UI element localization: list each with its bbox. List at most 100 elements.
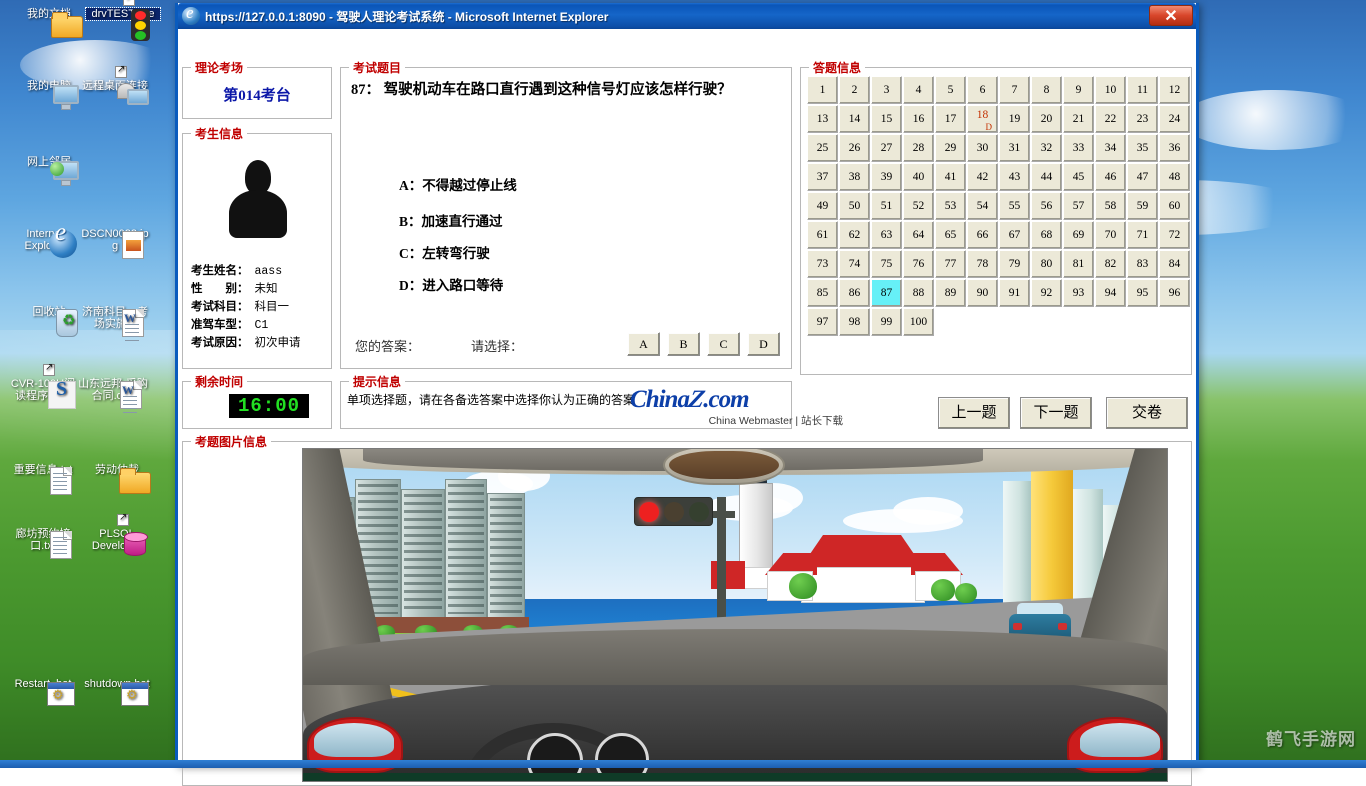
- answer-grid-cell-64[interactable]: 64: [903, 221, 934, 249]
- answer-grid-cell-81[interactable]: 81: [1063, 250, 1094, 278]
- desktop-icon-9[interactable]: Internet Explorer: [8, 228, 82, 252]
- answer-grid[interactable]: 123456789101112131415161718D192021222324…: [807, 76, 1191, 337]
- answer-grid-cell-7[interactable]: 7: [999, 76, 1030, 104]
- answer-grid-cell-39[interactable]: 39: [871, 163, 902, 191]
- answer-grid-cell-4[interactable]: 4: [903, 76, 934, 104]
- desktop-icon-2[interactable]: drvTEST.exe: [86, 8, 160, 20]
- answer-grid-cell-6[interactable]: 6: [967, 76, 998, 104]
- choice-button-b[interactable]: B: [667, 332, 700, 356]
- answer-grid-cell-63[interactable]: 63: [871, 221, 902, 249]
- answer-grid-cell-69[interactable]: 69: [1063, 221, 1094, 249]
- answer-grid-cell-97[interactable]: 97: [807, 308, 838, 336]
- answer-grid-cell-18[interactable]: 18D: [967, 105, 998, 133]
- answer-grid-cell-45[interactable]: 45: [1063, 163, 1094, 191]
- answer-grid-cell-68[interactable]: 68: [1031, 221, 1062, 249]
- answer-grid-cell-22[interactable]: 22: [1095, 105, 1126, 133]
- option-d[interactable]: D：进入路口等待: [399, 274, 503, 294]
- answer-grid-cell-70[interactable]: 70: [1095, 221, 1126, 249]
- close-button[interactable]: ✕: [1149, 5, 1193, 26]
- answer-grid-cell-33[interactable]: 33: [1063, 134, 1094, 162]
- desktop-icon-16[interactable]: 劳动仲裁: [80, 464, 154, 476]
- answer-grid-cell-35[interactable]: 35: [1127, 134, 1158, 162]
- answer-grid-cell-44[interactable]: 44: [1031, 163, 1062, 191]
- desktop-icon-11[interactable]: ♻回收站: [12, 306, 86, 318]
- answer-grid-cell-96[interactable]: 96: [1159, 279, 1190, 307]
- answer-grid-cell-2[interactable]: 2: [839, 76, 870, 104]
- answer-grid-cell-11[interactable]: 11: [1127, 76, 1158, 104]
- answer-grid-cell-1[interactable]: 1: [807, 76, 838, 104]
- answer-grid-cell-32[interactable]: 32: [1031, 134, 1062, 162]
- answer-grid-cell-91[interactable]: 91: [999, 279, 1030, 307]
- answer-grid-cell-87[interactable]: 87: [871, 279, 902, 307]
- answer-grid-cell-61[interactable]: 61: [807, 221, 838, 249]
- answer-grid-cell-62[interactable]: 62: [839, 221, 870, 249]
- answer-grid-cell-65[interactable]: 65: [935, 221, 966, 249]
- answer-grid-cell-67[interactable]: 67: [999, 221, 1030, 249]
- window-titlebar[interactable]: https://127.0.0.1:8090 - 驾驶人理论考试系统 - Mic…: [178, 3, 1196, 29]
- desktop-icon-14[interactable]: W山东远邦-采购合同.doc: [76, 378, 150, 402]
- answer-grid-cell-19[interactable]: 19: [999, 105, 1030, 133]
- answer-grid-cell-8[interactable]: 8: [1031, 76, 1062, 104]
- answer-grid-cell-20[interactable]: 20: [1031, 105, 1062, 133]
- next-question-button[interactable]: 下一题: [1020, 397, 1092, 429]
- desktop-icon-15[interactable]: 重要信息.txt: [6, 464, 80, 476]
- answer-grid-cell-90[interactable]: 90: [967, 279, 998, 307]
- answer-grid-cell-16[interactable]: 16: [903, 105, 934, 133]
- desktop-icon-19[interactable]: ⚙Restart .bat: [6, 678, 80, 690]
- answer-grid-cell-13[interactable]: 13: [807, 105, 838, 133]
- answer-grid-cell-56[interactable]: 56: [1031, 192, 1062, 220]
- answer-grid-cell-14[interactable]: 14: [839, 105, 870, 133]
- desktop-icon-10[interactable]: DSCN0023.jpg: [78, 228, 152, 252]
- answer-grid-cell-34[interactable]: 34: [1095, 134, 1126, 162]
- answer-grid-cell-82[interactable]: 82: [1095, 250, 1126, 278]
- answer-grid-cell-27[interactable]: 27: [871, 134, 902, 162]
- answer-grid-cell-55[interactable]: 55: [999, 192, 1030, 220]
- option-b[interactable]: B：加速直行通过: [399, 210, 503, 230]
- answer-grid-cell-26[interactable]: 26: [839, 134, 870, 162]
- answer-grid-cell-92[interactable]: 92: [1031, 279, 1062, 307]
- desktop-icon-13[interactable]: CVR-100U阅读程序V3.2: [6, 378, 80, 402]
- answer-grid-cell-71[interactable]: 71: [1127, 221, 1158, 249]
- answer-grid-cell-38[interactable]: 38: [839, 163, 870, 191]
- answer-grid-cell-37[interactable]: 37: [807, 163, 838, 191]
- choice-button-d[interactable]: D: [747, 332, 780, 356]
- answer-grid-cell-89[interactable]: 89: [935, 279, 966, 307]
- answer-grid-cell-3[interactable]: 3: [871, 76, 902, 104]
- answer-grid-cell-51[interactable]: 51: [871, 192, 902, 220]
- desktop-icon-7[interactable]: 网上邻居: [12, 156, 86, 168]
- desktop-icon-20[interactable]: ⚙shutdown.bat: [80, 678, 154, 690]
- answer-grid-cell-43[interactable]: 43: [999, 163, 1030, 191]
- answer-grid-cell-54[interactable]: 54: [967, 192, 998, 220]
- answer-grid-cell-50[interactable]: 50: [839, 192, 870, 220]
- option-a[interactable]: A：不得越过停止线: [399, 174, 517, 194]
- prev-question-button[interactable]: 上一题: [938, 397, 1010, 429]
- answer-grid-cell-79[interactable]: 79: [999, 250, 1030, 278]
- answer-grid-cell-9[interactable]: 9: [1063, 76, 1094, 104]
- answer-grid-cell-24[interactable]: 24: [1159, 105, 1190, 133]
- answer-grid-cell-28[interactable]: 28: [903, 134, 934, 162]
- answer-grid-cell-23[interactable]: 23: [1127, 105, 1158, 133]
- answer-grid-cell-53[interactable]: 53: [935, 192, 966, 220]
- answer-grid-cell-52[interactable]: 52: [903, 192, 934, 220]
- desktop-icon-1[interactable]: 我的文档: [12, 8, 86, 20]
- answer-grid-cell-66[interactable]: 66: [967, 221, 998, 249]
- answer-grid-cell-30[interactable]: 30: [967, 134, 998, 162]
- answer-grid-cell-42[interactable]: 42: [967, 163, 998, 191]
- answer-grid-cell-40[interactable]: 40: [903, 163, 934, 191]
- answer-grid-cell-72[interactable]: 72: [1159, 221, 1190, 249]
- submit-exam-button[interactable]: 交卷: [1106, 397, 1188, 429]
- option-c[interactable]: C：左转弯行驶: [399, 242, 490, 262]
- answer-grid-cell-99[interactable]: 99: [871, 308, 902, 336]
- answer-grid-cell-95[interactable]: 95: [1127, 279, 1158, 307]
- answer-grid-cell-17[interactable]: 17: [935, 105, 966, 133]
- answer-grid-cell-98[interactable]: 98: [839, 308, 870, 336]
- answer-grid-cell-47[interactable]: 47: [1127, 163, 1158, 191]
- answer-grid-cell-36[interactable]: 36: [1159, 134, 1190, 162]
- answer-grid-cell-5[interactable]: 5: [935, 76, 966, 104]
- choice-button-a[interactable]: A: [627, 332, 660, 356]
- answer-grid-cell-59[interactable]: 59: [1127, 192, 1158, 220]
- answer-grid-cell-74[interactable]: 74: [839, 250, 870, 278]
- desktop-icon-17[interactable]: 廊坊预约接口.txt: [6, 528, 80, 552]
- answer-grid-cell-100[interactable]: 100: [903, 308, 934, 336]
- answer-grid-cell-21[interactable]: 21: [1063, 105, 1094, 133]
